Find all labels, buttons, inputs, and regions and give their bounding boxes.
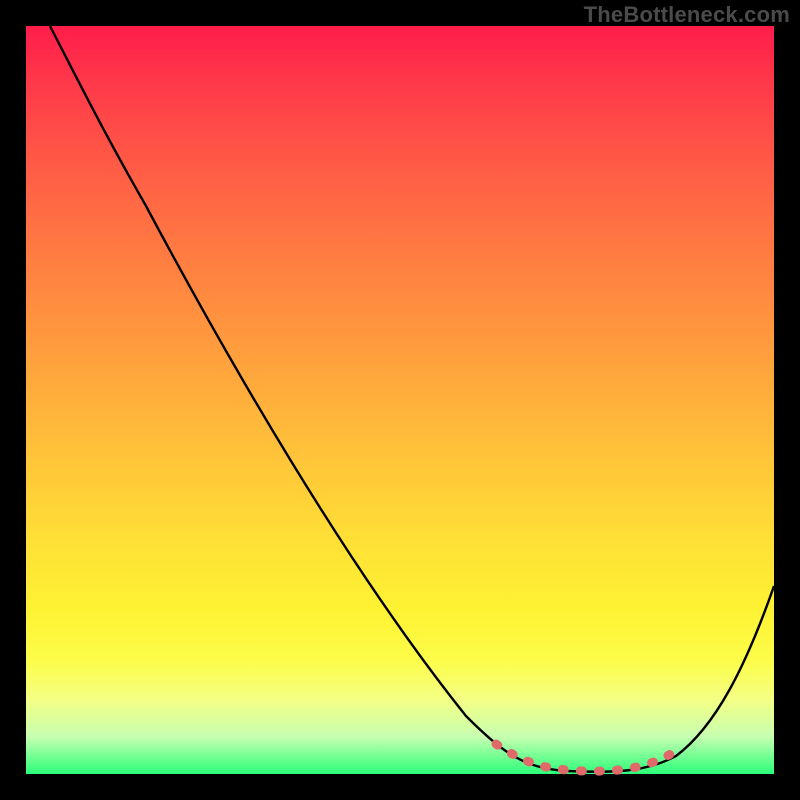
plot-area <box>26 26 774 774</box>
chart-frame: TheBottleneck.com <box>0 0 800 800</box>
bottleneck-curve <box>26 26 774 774</box>
watermark-text: TheBottleneck.com <box>584 2 790 28</box>
curve-path <box>50 26 774 772</box>
